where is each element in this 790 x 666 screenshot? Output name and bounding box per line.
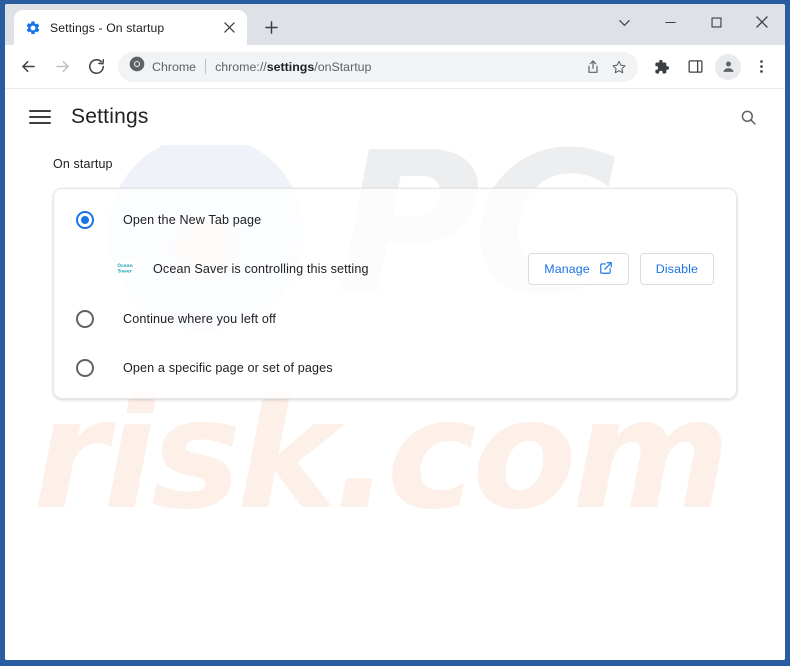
svg-text:Saver: Saver	[118, 268, 133, 274]
extension-control-actions: Manage Disable	[528, 253, 714, 285]
url-prefix: chrome://	[215, 59, 267, 74]
radio-button-specific-pages[interactable]	[76, 358, 94, 377]
settings-gear-icon	[25, 20, 41, 36]
site-chip-label: Chrome	[152, 59, 197, 74]
settings-content: On startup Open the New Tab page Ocean S…	[5, 145, 785, 399]
forward-icon[interactable]	[45, 50, 79, 84]
url-suffix: /onStartup	[314, 59, 372, 74]
radio-label-specific-pages: Open a specific page or set of pages	[123, 360, 333, 375]
radio-label-new-tab: Open the New Tab page	[123, 212, 262, 227]
radio-option-continue[interactable]: Continue where you left off	[54, 294, 736, 343]
profile-avatar-icon[interactable]	[715, 53, 741, 80]
extension-control-row: Ocean Saver Ocean Saver is controlling t…	[54, 244, 736, 294]
omnibox-divider	[205, 59, 207, 74]
extension-control-message: Ocean Saver is controlling this setting	[153, 262, 369, 276]
browser-toolbar: Chrome chrome://settings/onStartup	[5, 45, 785, 89]
chrome-logo-icon	[129, 56, 145, 77]
external-link-icon	[599, 261, 613, 278]
tab-title: Settings - On startup	[50, 20, 165, 35]
hamburger-menu-icon[interactable]	[29, 106, 51, 128]
extensions-puzzle-icon[interactable]	[644, 50, 678, 84]
browser-tab[interactable]: Settings - On startup	[14, 10, 247, 45]
site-chip: Chrome	[129, 56, 196, 77]
close-icon[interactable]	[739, 4, 785, 40]
omnibox-actions	[580, 54, 632, 80]
bookmark-star-icon[interactable]	[606, 54, 632, 80]
side-panel-icon[interactable]	[678, 50, 712, 84]
browser-window: Settings - On startup Chrome chrome://se…	[0, 0, 790, 666]
disable-button-label: Disable	[655, 262, 698, 276]
svg-text:Ocean: Ocean	[117, 263, 132, 269]
on-startup-card: Open the New Tab page Ocean Saver Ocean …	[53, 188, 737, 399]
manage-button[interactable]: Manage	[528, 253, 629, 285]
url-bold-part: settings	[266, 59, 315, 74]
tab-strip: Settings - On startup	[5, 4, 785, 45]
page-title: Settings	[71, 105, 149, 128]
settings-header: Settings	[5, 89, 785, 145]
settings-page: PC risk.com Settings On startup	[5, 89, 785, 660]
close-icon[interactable]	[219, 18, 239, 38]
url-text: chrome://settings/onStartup	[215, 60, 580, 74]
radio-option-new-tab[interactable]: Open the New Tab page	[54, 195, 736, 244]
radio-label-continue: Continue where you left off	[123, 311, 276, 326]
new-tab-button[interactable]	[257, 13, 285, 41]
section-label-on-startup: On startup	[53, 157, 113, 171]
back-icon[interactable]	[11, 50, 45, 84]
radio-option-specific-pages[interactable]: Open a specific page or set of pages	[54, 343, 736, 392]
minimize-icon[interactable]	[647, 4, 693, 40]
chevron-down-icon[interactable]	[601, 4, 647, 40]
reload-icon[interactable]	[79, 50, 113, 84]
maximize-icon[interactable]	[693, 4, 739, 40]
ocean-saver-extension-icon: Ocean Saver	[115, 259, 135, 279]
browser-window-inner: Settings - On startup Chrome chrome://se…	[5, 4, 785, 660]
address-bar[interactable]: Chrome chrome://settings/onStartup	[118, 51, 638, 82]
watermark-bottom-text: risk.com	[33, 366, 730, 543]
window-controls	[601, 4, 785, 40]
three-dot-menu-icon[interactable]	[744, 50, 778, 84]
search-icon[interactable]	[733, 102, 763, 132]
radio-button-continue[interactable]	[76, 309, 94, 328]
radio-button-new-tab[interactable]	[76, 210, 94, 229]
share-icon[interactable]	[580, 54, 606, 80]
disable-button[interactable]: Disable	[639, 253, 714, 285]
manage-button-label: Manage	[544, 262, 590, 276]
